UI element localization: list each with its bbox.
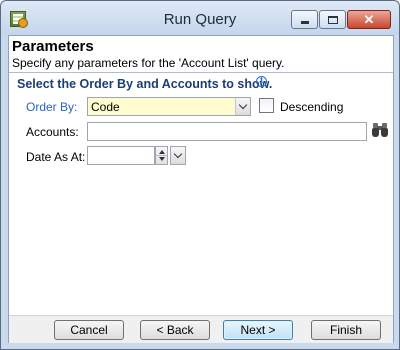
date-as-at-label: Date As At:: [26, 150, 86, 164]
date-as-at-input[interactable]: [87, 146, 155, 165]
chevron-down-icon: [173, 149, 183, 159]
date-dropdown-button[interactable]: [170, 146, 186, 165]
maximize-icon: [327, 15, 338, 24]
chevron-down-icon: [238, 100, 248, 110]
accounts-input[interactable]: [87, 122, 367, 141]
maximize-button[interactable]: [319, 10, 346, 29]
accounts-label: Accounts:: [26, 125, 79, 139]
title-bar[interactable]: Run Query ✕: [1, 1, 399, 35]
order-by-dropdown-button[interactable]: [235, 98, 250, 115]
order-by-select[interactable]: Code: [87, 97, 251, 116]
descending-label[interactable]: Descending: [280, 100, 343, 114]
minimize-button[interactable]: [291, 10, 318, 29]
header-divider: [9, 72, 393, 73]
spin-up-icon[interactable]: [159, 150, 165, 154]
descending-checkbox[interactable]: [259, 98, 274, 113]
date-spinner[interactable]: [155, 146, 168, 165]
page-subtitle: Specify any parameters for the 'Account …: [12, 56, 285, 70]
close-button[interactable]: ✕: [347, 10, 391, 29]
order-by-value: Code: [91, 100, 120, 114]
section-title: Select the Order By and Accounts to show…: [17, 77, 273, 91]
order-by-label: Order By:: [26, 100, 78, 114]
dialog-client-area: Parameters Specify any parameters for th…: [8, 35, 394, 343]
binoculars-icon[interactable]: [372, 123, 388, 137]
close-icon: ✕: [363, 11, 375, 27]
header-panel: Parameters Specify any parameters for th…: [9, 36, 393, 71]
back-button[interactable]: < Back: [140, 320, 210, 340]
finish-button[interactable]: Finish: [311, 320, 381, 340]
next-button[interactable]: Next >: [223, 320, 293, 340]
page-title: Parameters: [12, 38, 94, 55]
run-query-window: Run Query ✕ Parameters Specify any param…: [0, 0, 400, 350]
minimize-icon: [300, 21, 309, 24]
spin-down-icon[interactable]: [159, 157, 165, 161]
cancel-button[interactable]: Cancel: [54, 320, 124, 340]
info-icon[interactable]: i: [256, 76, 267, 87]
